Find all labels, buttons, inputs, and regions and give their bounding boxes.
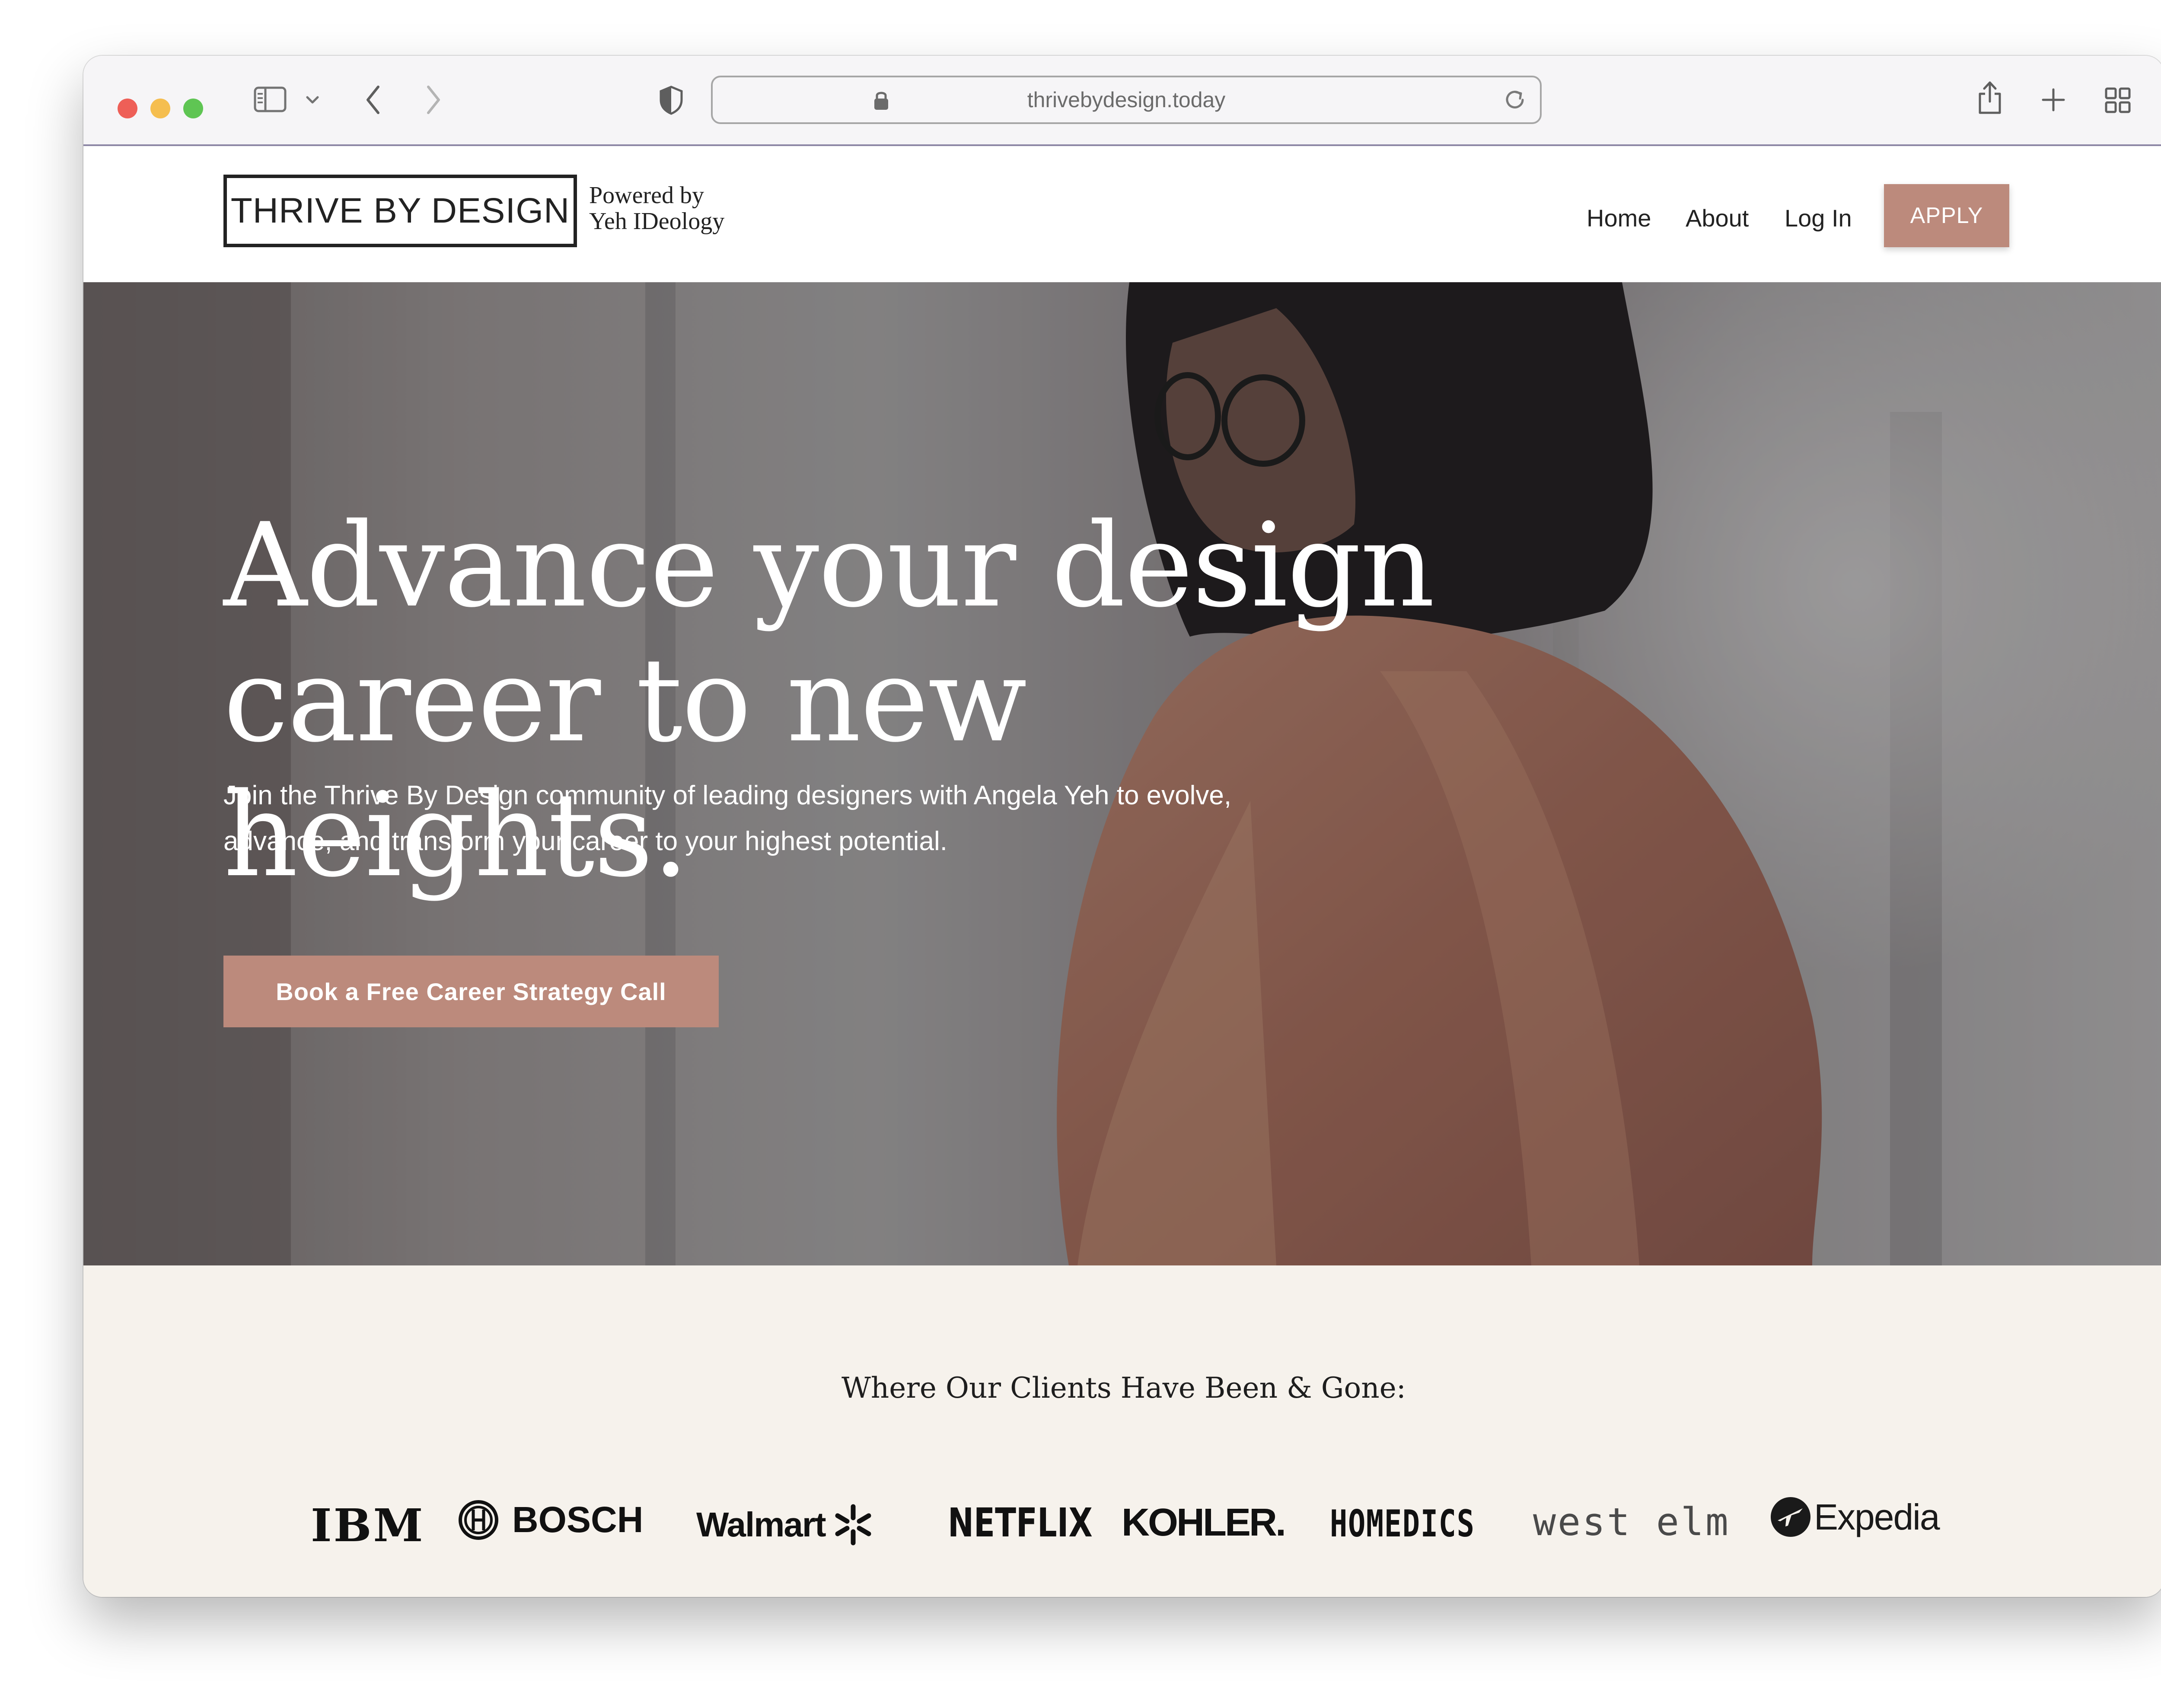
forward-arrow-icon[interactable] [425,83,442,116]
site-logo[interactable]: THRIVE BY DESIGN [223,175,577,247]
chevron-down-icon[interactable] [305,95,320,105]
bosch-logo: BOSCH [458,1499,643,1541]
hero-subtitle-line: advance, and transform your career to yo… [223,826,947,856]
browser-window: thrivebydesign.today THRIVE BY DESIGN Po… [83,56,2161,1597]
ibm-logo: IBM [311,1499,425,1552]
logo-text: THRIVE BY DESIGN [230,191,570,230]
nav-about[interactable]: About [1686,204,1749,232]
sidebar-icon[interactable] [253,85,287,114]
hero-subtitle: Join the Thrive By Design community of l… [223,773,1390,864]
zoom-window-button[interactable] [183,99,203,118]
expedia-wordmark: Expedia [1814,1496,1940,1537]
book-strategy-call-button[interactable]: Book a Free Career Strategy Call [223,956,719,1027]
apply-button[interactable]: APPLY [1884,184,2009,247]
clients-section: Where Our Clients Have Been & Gone: IBM … [83,1265,2161,1597]
back-arrow-icon[interactable] [364,83,382,116]
netflix-logo: NETFLIX [948,1500,1093,1546]
hero-subtitle-line: Join the Thrive By Design community of l… [223,781,1232,810]
homedics-logo: HOMEDICS [1330,1502,1475,1545]
shield-icon[interactable] [658,85,684,115]
clients-heading: Where Our Clients Have Been & Gone: [841,1371,1406,1405]
company-name: Yeh IDeology [589,208,725,235]
plus-icon[interactable] [2041,88,2065,112]
bosch-wordmark: BOSCH [512,1499,644,1540]
bosch-armature-icon [459,1500,498,1540]
walmart-wordmark: Walmart [696,1505,826,1544]
powered-by-line: Powered by [589,182,704,209]
walmart-logo: Walmart [696,1503,875,1546]
reload-icon[interactable] [1503,88,1527,114]
site-header: THRIVE BY DESIGN Powered by Yeh IDeology… [83,148,2161,282]
west-elm-logo: west elm [1533,1500,1730,1544]
tab-overview-icon[interactable] [2104,87,2131,114]
close-window-button[interactable] [118,99,137,118]
minimize-window-button[interactable] [150,99,170,118]
expedia-globe-icon [1771,1497,1810,1537]
url-text: thrivebydesign.today [1027,88,1226,112]
nav-log-in[interactable]: Log In [1785,204,1852,232]
hero-title-line: Advance your design [223,498,1435,633]
expedia-logo: Expedia [1769,1495,1940,1539]
walmart-spark-icon [835,1504,871,1545]
powered-by-text: Powered by Yeh IDeology [589,182,771,234]
screenshot-stage: thrivebydesign.today THRIVE BY DESIGN Po… [0,0,2161,1708]
share-icon[interactable] [1976,79,2003,115]
kohler-logo: KOHLER. [1122,1501,1286,1544]
hero-section: Advance your design career to new height… [83,282,2161,1265]
browser-toolbar: thrivebydesign.today [83,56,2161,146]
address-bar[interactable]: thrivebydesign.today [711,76,1542,124]
nav-home[interactable]: Home [1587,204,1651,232]
